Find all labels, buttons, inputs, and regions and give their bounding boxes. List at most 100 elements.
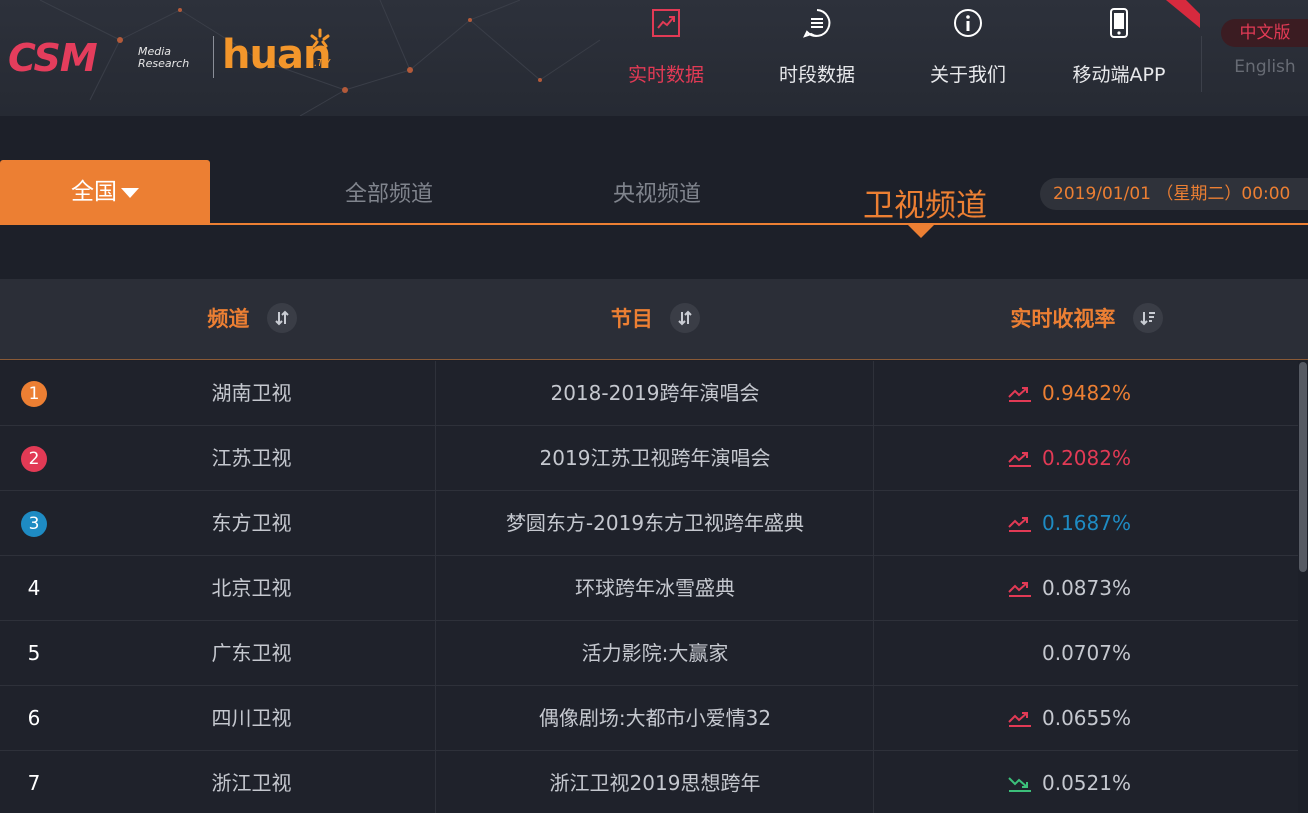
nav-about-us[interactable]: 关于我们 <box>908 0 1028 116</box>
tab-cctv-channels[interactable]: 央视频道 <box>557 176 757 208</box>
header-program-label: 节目 <box>610 307 653 331</box>
tab-underline <box>0 223 1308 225</box>
region-label: 全国 <box>71 179 117 205</box>
program-name: 梦圆东方-2019东方卫视跨年盛典 <box>437 491 874 555</box>
rating-cell: 0.2082% <box>875 426 1298 490</box>
nav-label: 移动端APP <box>1072 64 1166 86</box>
channel-name: 湖南卫视 <box>68 361 436 425</box>
header-program[interactable]: 节目 <box>437 279 874 359</box>
rank-number: 6 <box>27 706 41 730</box>
region-dropdown[interactable]: 全国 <box>0 160 210 224</box>
rating-cell: 0.9482% <box>875 361 1298 425</box>
rating-wrapper: 0.1687% <box>1008 491 1131 555</box>
rating-value: 0.0521% <box>1042 771 1131 795</box>
sort-icon[interactable] <box>670 303 701 333</box>
channel-name: 东方卫视 <box>68 491 436 555</box>
program-name: 环球跨年冰雪盛典 <box>437 556 874 620</box>
rating-cell: 0.1687% <box>875 491 1298 555</box>
tab-all-channels[interactable]: 全部频道 <box>289 176 489 208</box>
channel-name: 北京卫视 <box>68 556 436 620</box>
table-row[interactable]: 4 北京卫视 环球跨年冰雪盛典 0.0873% <box>0 556 1298 621</box>
scrollbar-thumb[interactable] <box>1299 362 1307 572</box>
program-name: 2018-2019跨年演唱会 <box>437 361 874 425</box>
rank-badge: 3 <box>21 510 47 537</box>
rank-cell: 4 <box>0 556 68 620</box>
trend-up-icon <box>1008 582 1031 597</box>
rank-number: 4 <box>27 576 41 600</box>
rating-value: 0.9482% <box>1042 381 1131 405</box>
rating-cell: 0.0655% <box>875 686 1298 750</box>
rating-cell: 0.0707% <box>875 621 1298 685</box>
rank-number: 5 <box>27 641 41 665</box>
rank-cell: 6 <box>0 686 68 750</box>
channel-name: 四川卫视 <box>68 686 436 750</box>
media-research-text: Media Research <box>138 45 190 70</box>
message-list-icon <box>803 9 831 38</box>
rank-cell: 2 <box>0 426 68 490</box>
tv-suffix-text: .TV <box>314 58 331 69</box>
rating-wrapper: 0.0707% <box>1042 621 1131 685</box>
program-name: 2019江苏卫视跨年演唱会 <box>437 426 874 490</box>
sort-descending-icon[interactable] <box>1132 303 1163 333</box>
ranking-table-body: 1 湖南卫视 2018-2019跨年演唱会 0.9482% 2 江苏卫视 2019江苏卫视跨… <box>0 361 1298 813</box>
table-header: 频道 节目 实时收视率 <box>0 279 1308 360</box>
new-ribbon-badge <box>1166 0 1200 28</box>
rank-cell: 1 <box>0 361 68 425</box>
language-chinese-button[interactable]: 中文版 <box>1221 19 1308 47</box>
nav-label: 实时数据 <box>627 64 704 86</box>
caret-down-icon <box>121 187 139 198</box>
rank-number: 7 <box>27 771 41 795</box>
rank-cell: 3 <box>0 491 68 555</box>
header-rating[interactable]: 实时收视率 <box>875 279 1298 359</box>
rating-value: 0.2082% <box>1042 446 1131 470</box>
program-name: 偶像剧场:大都市小爱情32 <box>437 686 874 750</box>
rating-value: 0.0873% <box>1042 576 1131 600</box>
table-row[interactable]: 3 东方卫视 梦圆东方-2019东方卫视跨年盛典 0.1687% <box>0 491 1298 556</box>
table-row[interactable]: 2 江苏卫视 2019江苏卫视跨年演唱会 0.2082% <box>0 426 1298 491</box>
rank-cell: 5 <box>0 621 68 685</box>
trend-up-icon <box>1008 387 1031 402</box>
rating-wrapper: 0.2082% <box>1008 426 1131 490</box>
table-row[interactable]: 5 广东卫视 活力影院:大赢家 0.0707% <box>0 621 1298 686</box>
trend-up-icon <box>1008 452 1031 467</box>
program-name: 浙江卫视2019思想跨年 <box>437 751 874 813</box>
nav-divider <box>1201 36 1202 92</box>
datetime-display: 2019/01/01 （星期二）00:00 <box>1040 178 1308 210</box>
rating-wrapper: 0.0655% <box>1008 686 1131 750</box>
rating-value: 0.0707% <box>1042 641 1131 665</box>
rating-wrapper: 0.0521% <box>1008 751 1131 813</box>
rank-cell: 7 <box>0 751 68 813</box>
mobile-phone-icon <box>1110 8 1128 38</box>
trend-up-icon <box>1008 712 1031 727</box>
channel-name: 广东卫视 <box>68 621 436 685</box>
table-row[interactable]: 6 四川卫视 偶像剧场:大都市小爱情32 0.0655% <box>0 686 1298 751</box>
channel-name: 江苏卫视 <box>68 426 436 490</box>
rank-badge: 2 <box>21 445 47 472</box>
tab-satellite-channels[interactable]: 卫视频道 <box>825 180 1025 225</box>
table-row[interactable]: 1 湖南卫视 2018-2019跨年演唱会 0.9482% <box>0 361 1298 426</box>
trend-chart-icon <box>652 9 680 37</box>
rating-wrapper: 0.9482% <box>1008 361 1131 425</box>
sort-icon[interactable] <box>266 303 297 333</box>
logo-divider <box>213 36 214 78</box>
header-channel[interactable]: 频道 <box>68 279 436 359</box>
table-row[interactable]: 7 浙江卫视 浙江卫视2019思想跨年 0.0521% <box>0 751 1298 813</box>
nav-realtime-data[interactable]: 实时数据 <box>606 0 726 116</box>
top-header: CSM Media Research huan .TV 实时数据 时段数据 关于… <box>0 0 1308 116</box>
trend-up-icon <box>1008 517 1031 532</box>
rank-badge: 1 <box>21 380 47 407</box>
rating-value: 0.1687% <box>1042 511 1131 535</box>
rating-wrapper: 0.0873% <box>1008 556 1131 620</box>
program-name: 活力影院:大赢家 <box>437 621 874 685</box>
nav-label: 关于我们 <box>929 64 1006 86</box>
channel-name: 浙江卫视 <box>68 751 436 813</box>
info-icon <box>954 9 982 37</box>
rating-value: 0.0655% <box>1042 706 1131 730</box>
sunburst-icon <box>310 28 330 48</box>
active-tab-pointer <box>907 224 935 238</box>
nav-period-data[interactable]: 时段数据 <box>757 0 877 116</box>
header-rating-label: 实时收视率 <box>1010 307 1116 331</box>
language-english-button[interactable]: English <box>1222 57 1308 77</box>
rating-cell: 0.0521% <box>875 751 1298 813</box>
trend-down-icon <box>1008 777 1031 792</box>
